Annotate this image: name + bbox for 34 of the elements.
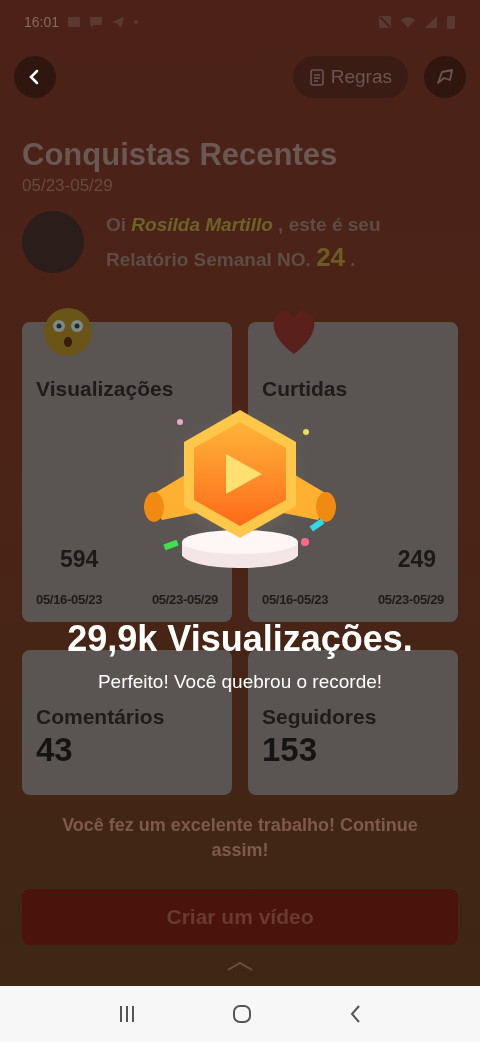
mute-icon bbox=[378, 15, 392, 29]
battery-icon bbox=[446, 14, 456, 30]
stat-value: 594 bbox=[60, 545, 99, 572]
stat-label: Curtidas bbox=[262, 376, 349, 402]
image-icon bbox=[67, 15, 82, 29]
status-time: 16:01 bbox=[24, 12, 60, 32]
rules-button[interactable]: Regras bbox=[292, 56, 408, 98]
share-icon bbox=[435, 68, 455, 86]
page-title: Conquistas Recentes bbox=[22, 136, 339, 174]
surprised-face-icon bbox=[42, 306, 94, 358]
stat-value: 249 bbox=[397, 545, 436, 572]
document-icon bbox=[308, 68, 325, 86]
popup-headline: 29,9k Visualizações. bbox=[67, 618, 413, 660]
back-icon[interactable] bbox=[348, 1004, 362, 1024]
period-label: 05/16-05/23 bbox=[36, 591, 103, 609]
back-button[interactable] bbox=[14, 56, 56, 98]
home-icon[interactable] bbox=[232, 1004, 252, 1024]
stat-label: Visualizações bbox=[36, 376, 175, 402]
stat-value: 43 bbox=[36, 730, 74, 770]
stat-value: 153 bbox=[262, 730, 319, 770]
stat-label: Seguidores bbox=[262, 704, 378, 730]
period-label: 05/23-05/29 bbox=[151, 591, 218, 609]
send-icon bbox=[111, 15, 126, 29]
share-button[interactable] bbox=[424, 56, 466, 98]
period-label: 05/16-05/23 bbox=[262, 591, 329, 609]
recent-apps-icon[interactable] bbox=[118, 1004, 136, 1024]
wifi-icon bbox=[400, 15, 416, 29]
signal-icon bbox=[424, 15, 438, 29]
popup-message: Perfeito! Você quebrou o recorde! bbox=[97, 670, 383, 694]
period-label: 05/23-05/29 bbox=[377, 591, 444, 609]
encouragement-text: Você fez um excelente trabalho! Continue assim! bbox=[61, 814, 419, 862]
stat-label: Comentários bbox=[36, 704, 166, 730]
dot-icon bbox=[133, 19, 140, 25]
chat-icon bbox=[89, 15, 104, 29]
